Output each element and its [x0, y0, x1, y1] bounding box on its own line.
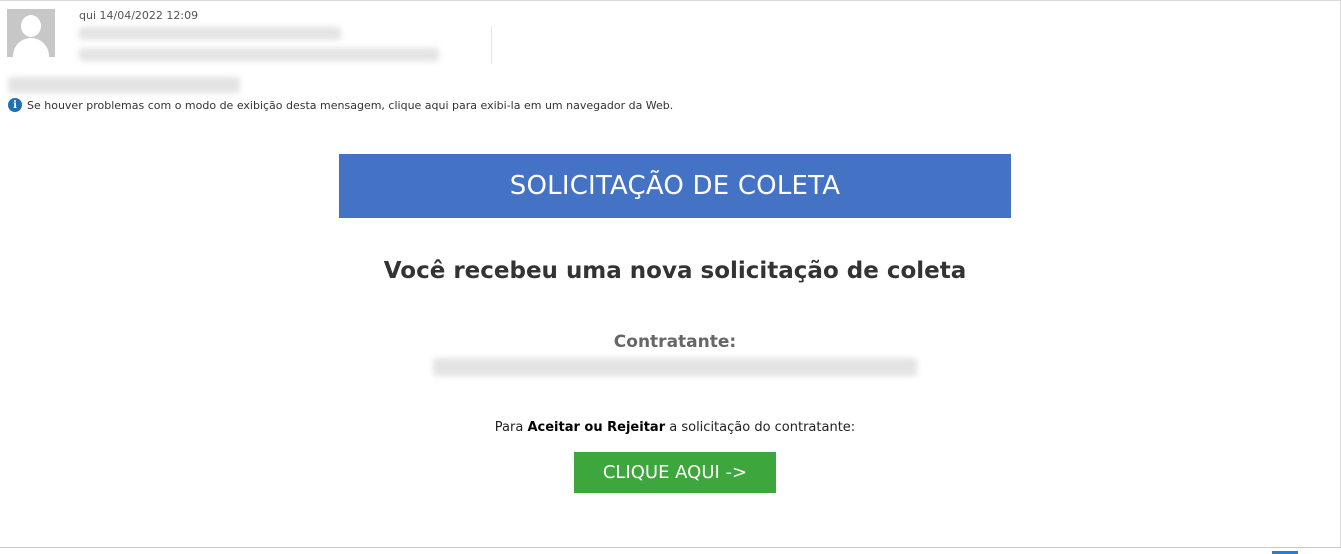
prompt-bold: Aceitar ou Rejeitar — [527, 420, 666, 435]
redacted-sender — [79, 27, 341, 40]
header-separator — [491, 26, 492, 64]
info-bar[interactable]: i Se houver problemas com o modo de exib… — [8, 98, 673, 112]
title-banner: SOLICITAÇÃO DE COLETA — [339, 154, 1011, 218]
banner-title: SOLICITAÇÃO DE COLETA — [509, 171, 841, 201]
redacted-contractor-name — [433, 358, 917, 376]
click-here-button[interactable]: CLIQUE AQUI -> — [574, 452, 776, 493]
avatar-body-shape — [13, 38, 49, 57]
info-bar-text[interactable]: Se houver problemas com o modo de exibiç… — [27, 99, 673, 112]
sender-avatar — [7, 9, 55, 57]
avatar-head-shape — [21, 15, 41, 37]
prompt-suffix: a solicitação do contratante: — [665, 420, 856, 435]
click-here-label: CLIQUE AQUI -> — [602, 462, 748, 483]
email-headline: Você recebeu uma nova solicitação de col… — [383, 258, 967, 284]
redacted-recipients — [79, 48, 439, 61]
message-datetime: qui 14/04/2022 12:09 — [79, 9, 199, 22]
action-prompt: Para Aceitar ou Rejeitar a solicitação d… — [339, 420, 1011, 435]
info-icon: i — [8, 98, 22, 112]
redacted-subject — [8, 77, 240, 93]
prompt-prefix: Para — [494, 420, 528, 435]
top-divider — [0, 0, 1341, 1]
bottom-divider — [0, 547, 1341, 548]
contractor-label: Contratante: — [613, 332, 737, 352]
